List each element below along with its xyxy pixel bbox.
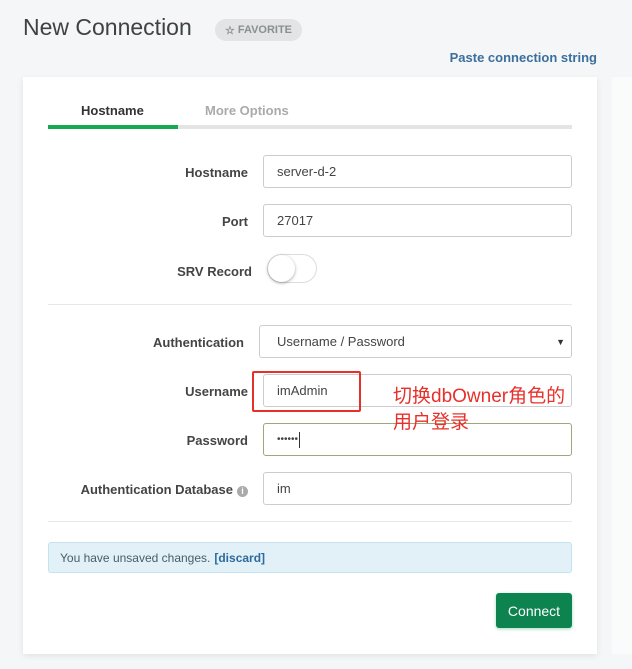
star-icon: ☆ (224, 24, 235, 37)
discard-link[interactable]: [discard] (214, 551, 265, 565)
unsaved-changes-alert: You have unsaved changes. [discard] (48, 542, 572, 573)
side-panel (612, 77, 632, 654)
toggle-knob (268, 255, 295, 282)
hostname-label: Hostname (185, 165, 248, 180)
username-label: Username (185, 384, 248, 399)
caret-down-icon: ▼ (556, 336, 565, 347)
srv-label: SRV Record (177, 264, 252, 279)
divider (48, 304, 572, 305)
tab-hostname[interactable]: Hostname (81, 103, 144, 118)
password-label: Password (186, 433, 248, 448)
info-icon[interactable]: i (237, 486, 248, 497)
paste-connection-string-link[interactable]: Paste connection string (450, 50, 597, 65)
divider (48, 521, 572, 522)
auth-database-label: Authentication Database i (48, 482, 248, 497)
connect-button[interactable]: Connect (496, 593, 572, 628)
tab-more-options[interactable]: More Options (205, 103, 289, 118)
port-input[interactable]: 27017 (263, 204, 572, 237)
auth-database-input[interactable]: im (263, 472, 572, 505)
active-tab-indicator (48, 125, 178, 129)
hostname-input[interactable]: server-d-2 (263, 155, 572, 188)
page-title: New Connection (23, 14, 192, 40)
favorite-button[interactable]: ☆ FAVORITE (215, 19, 302, 41)
port-label: Port (222, 214, 248, 229)
srv-record-toggle[interactable] (267, 254, 317, 283)
annotation-highlight-box (252, 371, 361, 412)
annotation-text: 切换dbOwner角色的 用户登录 (393, 386, 566, 433)
authentication-select[interactable]: Username / Password ▼ (259, 325, 572, 358)
text-cursor (299, 431, 301, 448)
authentication-label: Authentication (153, 335, 244, 350)
